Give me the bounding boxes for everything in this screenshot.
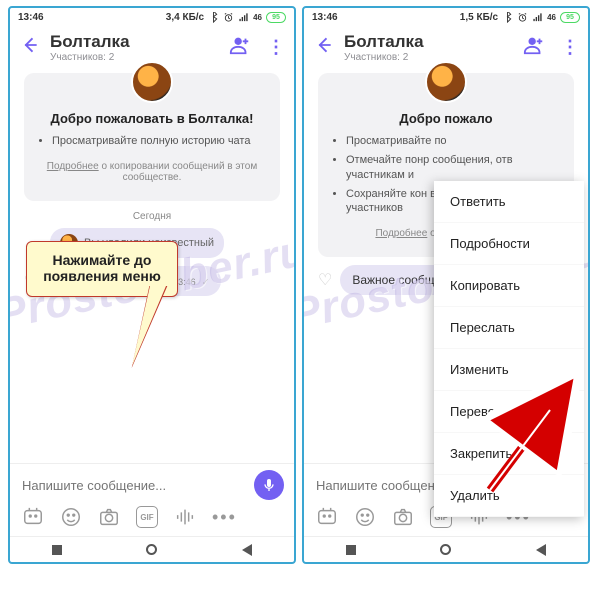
menu-details[interactable]: Подробности xyxy=(434,223,584,265)
signal-label: 46 xyxy=(547,13,556,22)
signal-label: 46 xyxy=(253,13,262,22)
back-icon[interactable] xyxy=(20,35,40,60)
back-icon[interactable] xyxy=(314,35,334,60)
emoji-icon[interactable] xyxy=(354,506,376,528)
more-tools-icon[interactable]: ••• xyxy=(212,507,237,528)
status-net: 3,4 КБ/с xyxy=(166,12,204,23)
phone-right: 13:46 1,5 КБ/с 46 95 Болталка Участников… xyxy=(302,6,590,564)
phone-left: 13:46 3,4 КБ/с 46 95 Болталка Участников… xyxy=(8,6,296,564)
android-navbar xyxy=(304,536,588,562)
android-navbar xyxy=(10,536,294,562)
back-button[interactable] xyxy=(242,544,252,556)
welcome-more[interactable]: Подробнее о копировании сообщений в этом… xyxy=(38,161,266,183)
welcome-bullet: Просматривайте по xyxy=(346,134,560,149)
community-avatar xyxy=(131,61,173,103)
day-divider: Сегодня xyxy=(24,211,280,222)
menu-delete[interactable]: Удалить xyxy=(434,475,584,517)
status-time: 13:46 xyxy=(18,12,44,23)
back-button[interactable] xyxy=(536,544,546,556)
signal-icon xyxy=(532,12,543,23)
home-button[interactable] xyxy=(146,544,157,555)
welcome-title: Добро пожало xyxy=(332,111,560,126)
chat-title[interactable]: Болталка xyxy=(344,32,513,52)
menu-edit[interactable]: Изменить xyxy=(434,349,584,391)
status-bar: 13:46 3,4 КБ/с 46 95 xyxy=(10,8,294,26)
gif-icon[interactable]: GIF xyxy=(136,506,158,528)
welcome-bullet: Просматривайте полную историю чата xyxy=(52,134,266,149)
chat-subtitle: Участников: 2 xyxy=(344,52,513,63)
bluetooth-icon xyxy=(502,12,513,23)
signal-icon xyxy=(238,12,249,23)
community-avatar xyxy=(425,61,467,103)
more-icon[interactable]: ⋮ xyxy=(561,37,578,58)
menu-copy[interactable]: Копировать xyxy=(434,265,584,307)
status-bar: 13:46 1,5 КБ/с 46 95 xyxy=(304,8,588,26)
camera-icon[interactable] xyxy=(392,506,414,528)
alarm-icon xyxy=(517,12,528,23)
menu-translate[interactable]: Перевести xyxy=(434,391,584,433)
status-time: 13:46 xyxy=(312,12,338,23)
sticker-icon[interactable] xyxy=(316,506,338,528)
menu-forward[interactable]: Переслать xyxy=(434,307,584,349)
chat-title[interactable]: Болталка xyxy=(50,32,219,52)
add-user-icon[interactable] xyxy=(229,34,251,61)
mic-button[interactable] xyxy=(254,470,284,500)
status-net: 1,5 КБ/с xyxy=(460,12,498,23)
home-button[interactable] xyxy=(440,544,451,555)
welcome-bullet: Отмечайте понр сообщения, отв участникам… xyxy=(346,153,560,183)
recent-apps-button[interactable] xyxy=(52,545,62,555)
recent-apps-button[interactable] xyxy=(346,545,356,555)
message-input[interactable] xyxy=(20,477,246,494)
welcome-card: Добро пожаловать в Болталка! Просматрива… xyxy=(24,73,280,201)
bluetooth-icon xyxy=(208,12,219,23)
alarm-icon xyxy=(223,12,234,23)
menu-reply[interactable]: Ответить xyxy=(434,181,584,223)
battery-icon: 95 xyxy=(560,12,580,23)
camera-icon[interactable] xyxy=(98,506,120,528)
instruction-callout: Нажимайте до появления меню xyxy=(26,241,178,297)
voice-message-icon[interactable] xyxy=(174,506,196,528)
chat-subtitle: Участников: 2 xyxy=(50,52,219,63)
more-icon[interactable]: ⋮ xyxy=(267,37,284,58)
welcome-title: Добро пожаловать в Болталка! xyxy=(38,111,266,126)
battery-icon: 95 xyxy=(266,12,286,23)
emoji-icon[interactable] xyxy=(60,506,82,528)
sticker-icon[interactable] xyxy=(22,506,44,528)
context-menu: Ответить Подробности Копировать Переслат… xyxy=(434,181,584,517)
composer: GIF ••• xyxy=(10,463,294,534)
add-user-icon[interactable] xyxy=(523,34,545,61)
menu-pin[interactable]: Закрепить xyxy=(434,433,584,475)
